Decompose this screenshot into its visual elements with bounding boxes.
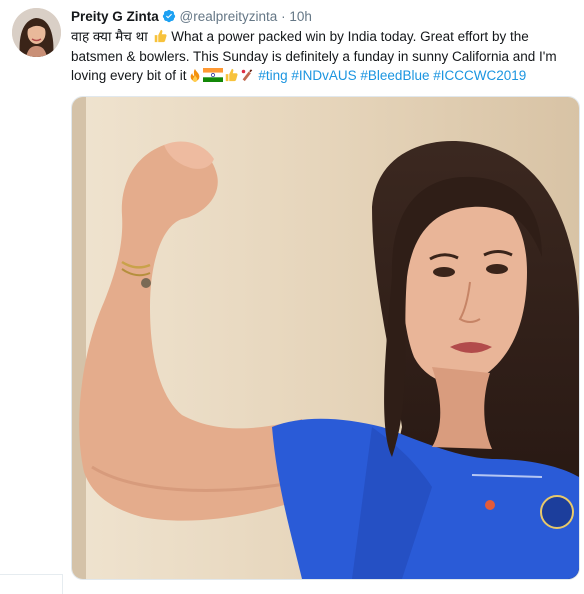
hindi-text: वाह क्या मैच था bbox=[71, 29, 148, 44]
tweet-line-1: वाह क्या मैच था What a power packed win … bbox=[71, 27, 577, 47]
tweet-line-3-text: loving every bit of it bbox=[71, 68, 187, 83]
tweet-line-1-text: What a power packed win by India today. … bbox=[167, 29, 529, 44]
tweet-line-3: loving every bit of it #ting #INDvAUS #B… bbox=[71, 66, 577, 86]
separator-dot: · bbox=[281, 9, 286, 24]
tweet[interactable]: Preity G Zinta @realpreityzinta · 10h वा… bbox=[0, 0, 584, 594]
tweet-timestamp[interactable]: 10h bbox=[289, 9, 312, 24]
cricket-bat-emoji bbox=[241, 69, 252, 82]
verified-badge-icon bbox=[162, 9, 175, 23]
hashtag-indvaus[interactable]: #INDvAUS bbox=[291, 68, 356, 83]
thumbs-up-emoji bbox=[154, 29, 167, 43]
hashtag-bleedblue[interactable]: #BleedBlue bbox=[360, 68, 429, 83]
hashtag-icccwc2019[interactable]: #ICCCWC2019 bbox=[433, 68, 526, 83]
avatar[interactable] bbox=[12, 8, 61, 57]
tweet-line-2: batsmen & bowlers. This Sunday is defini… bbox=[71, 48, 557, 64]
hashtag-ting[interactable]: #ting bbox=[258, 68, 287, 83]
fire-emoji bbox=[190, 68, 199, 82]
tweet-text: वाह क्या मैच था What a power packed win … bbox=[71, 27, 577, 86]
tweet-photo[interactable] bbox=[71, 96, 580, 580]
tweet-header: Preity G Zinta @realpreityzinta · 10h bbox=[71, 8, 312, 26]
india-flag-emoji bbox=[202, 68, 223, 82]
author-name[interactable]: Preity G Zinta bbox=[71, 9, 159, 24]
page-divider bbox=[0, 574, 63, 594]
author-handle[interactable]: @realpreityzinta bbox=[180, 9, 278, 24]
thumbs-up-emoji bbox=[225, 68, 238, 82]
